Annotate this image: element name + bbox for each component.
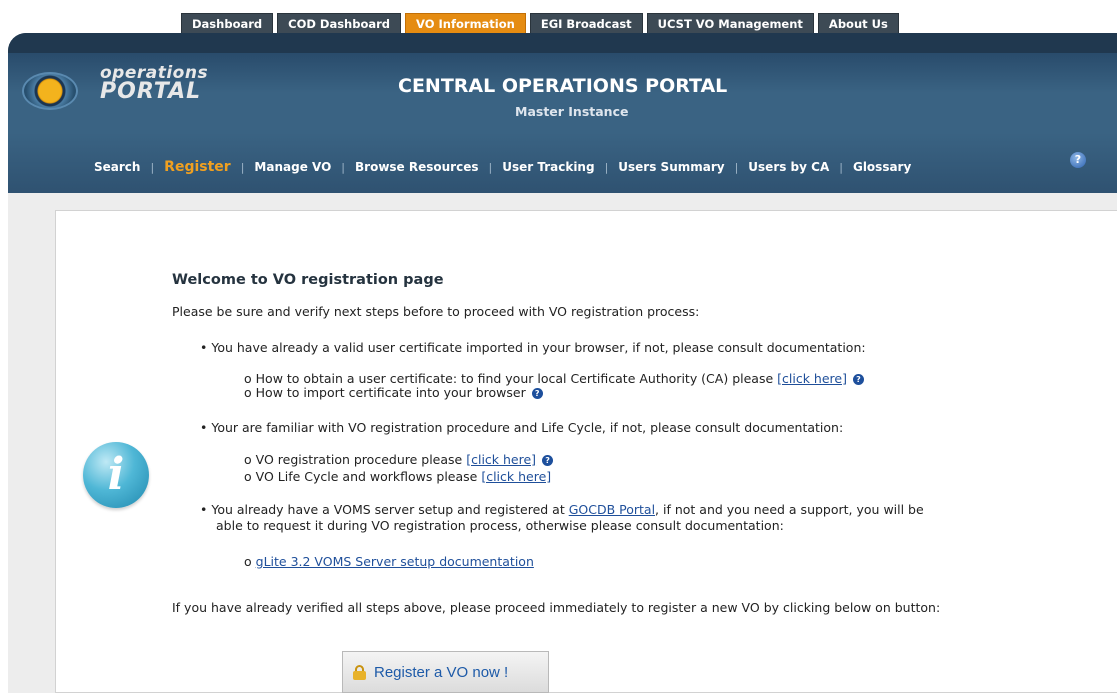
tab-egi-broadcast[interactable]: EGI Broadcast [529, 13, 643, 33]
subnav-manage-vo[interactable]: Manage VO [254, 160, 331, 174]
tab-dashboard[interactable]: Dashboard [181, 13, 274, 33]
subnav-separator: | [734, 160, 739, 174]
gocdb-portal-link[interactable]: GOCDB Portal [569, 502, 655, 517]
bullet-procedure-text: Your are familiar with VO registration p… [211, 420, 844, 435]
click-here-link-life-cycle[interactable]: [click here] [481, 469, 551, 484]
intro-text: Please be sure and verify next steps bef… [172, 304, 700, 319]
subnav-browse-resources[interactable]: Browse Resources [355, 160, 478, 174]
tab-about-us[interactable]: About Us [817, 13, 899, 33]
tab-cod-dashboard[interactable]: COD Dashboard [277, 13, 402, 33]
subnav-separator: | [150, 160, 155, 174]
sub-bullet-life-cycle: o VO Life Cycle and workflows please [cl… [244, 469, 551, 484]
bullet-voms-text-a: You already have a VOMS server setup and… [211, 502, 569, 517]
subnav-users-summary[interactable]: Users Summary [618, 160, 724, 174]
info-help-icon[interactable]: ? [531, 388, 543, 399]
info-icon: i [83, 442, 149, 508]
lock-icon [353, 664, 366, 680]
tab-ucst-vo-management[interactable]: UCST VO Management [646, 13, 814, 33]
portal-subtitle: Master Instance [515, 104, 629, 119]
logo-line2: PORTAL [100, 79, 202, 104]
subnav-separator: | [604, 160, 609, 174]
bullet-dot: • [200, 420, 208, 435]
sub-navigation: Search | Register | Manage VO | Browse R… [94, 159, 911, 175]
sub-bullet-marker: o [244, 452, 252, 467]
subnav-glossary[interactable]: Glossary [853, 160, 911, 174]
sub-bullet-text: VO Life Cycle and workflows please [255, 469, 482, 484]
sub-bullet-obtain-certificate: o How to obtain a user certificate: to f… [244, 371, 864, 386]
portal-logo-icon[interactable] [22, 72, 78, 110]
sub-bullet-voms-doc: o gLite 3.2 VOMS Server setup documentat… [244, 554, 534, 569]
top-tab-bar: Dashboard COD Dashboard VO Information E… [181, 13, 899, 33]
tab-vo-information[interactable]: VO Information [405, 13, 526, 33]
subnav-separator: | [488, 160, 493, 174]
subnav-search[interactable]: Search [94, 160, 140, 174]
click-here-link-procedure[interactable]: [click here] [466, 452, 536, 467]
subnav-register[interactable]: Register [164, 159, 231, 175]
click-here-link-ca[interactable]: [click here] [777, 371, 847, 386]
sub-bullet-registration-procedure: o VO registration procedure please [clic… [244, 452, 554, 467]
bullet-procedure: • Your are familiar with VO registration… [200, 420, 843, 435]
help-icon[interactable]: ? [1070, 152, 1086, 168]
subnav-separator: | [240, 160, 245, 174]
subnav-users-by-ca[interactable]: Users by CA [748, 160, 829, 174]
portal-logo-text[interactable]: operations PORTAL [100, 63, 208, 104]
bullet-voms-continued: able to request it during VO registratio… [216, 518, 784, 533]
sub-bullet-marker: o [244, 371, 252, 386]
bullet-voms-text-b: , if not and you need a support, you wil… [655, 502, 924, 517]
bullet-voms: • You already have a VOMS server setup a… [200, 502, 924, 517]
bullet-certificate-text: You have already a valid user certificat… [211, 340, 866, 355]
register-vo-button-label: Register a VO now ! [374, 663, 509, 681]
register-vo-button[interactable]: Register a VO now ! [342, 651, 549, 693]
subnav-separator: | [839, 160, 843, 174]
voms-setup-doc-link[interactable]: gLite 3.2 VOMS Server setup documentatio… [256, 554, 534, 569]
portal-title: CENTRAL OPERATIONS PORTAL [398, 75, 728, 97]
subnav-separator: | [341, 160, 346, 174]
info-help-icon[interactable]: ? [542, 455, 554, 466]
bullet-dot: • [200, 340, 208, 355]
sub-bullet-marker: o [244, 554, 252, 569]
sub-bullet-import-certificate: o How to import certificate into your br… [244, 385, 543, 400]
page-heading: Welcome to VO registration page [172, 272, 444, 288]
subnav-user-tracking[interactable]: User Tracking [502, 160, 594, 174]
sub-bullet-text: How to obtain a user certificate: to fin… [255, 371, 778, 386]
outro-text: If you have already verified all steps a… [172, 600, 941, 615]
sub-bullet-marker: o [244, 385, 252, 400]
bullet-certificate: • You have already a valid user certific… [200, 340, 866, 355]
sub-bullet-marker: o [244, 469, 252, 484]
info-help-icon[interactable]: ? [852, 374, 864, 385]
sub-bullet-text: VO registration procedure please [255, 452, 467, 467]
bullet-dot: • [200, 502, 208, 517]
sub-bullet-text: How to import certificate into your brow… [255, 385, 526, 400]
